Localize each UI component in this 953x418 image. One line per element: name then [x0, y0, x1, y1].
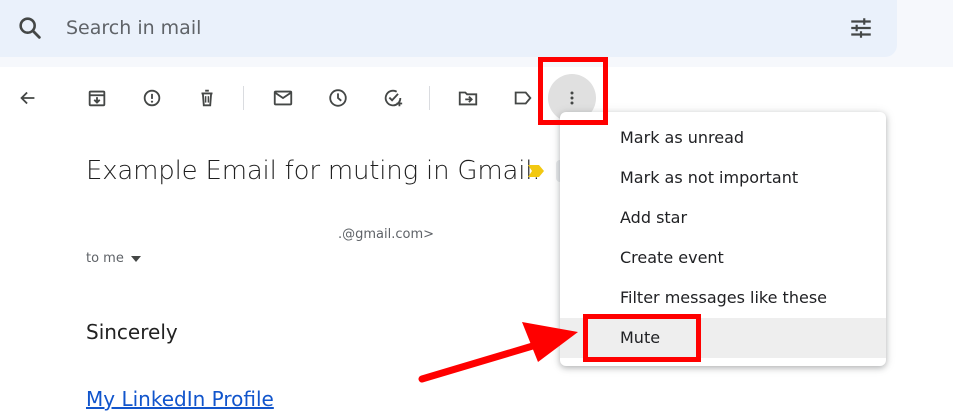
menu-item-add-star[interactable]: Add star: [560, 198, 886, 238]
chevron-down-icon[interactable]: [131, 256, 141, 262]
delete-button[interactable]: [194, 85, 220, 111]
search-input[interactable]: Search in mail: [66, 17, 201, 39]
snooze-button[interactable]: [325, 85, 351, 111]
menu-item-mark-not-important[interactable]: Mark as not important: [560, 158, 886, 198]
toolbar-divider: [243, 86, 244, 110]
arrow-back-icon: [20, 91, 35, 105]
menu-item-create-event[interactable]: Create event: [560, 238, 886, 278]
report-spam-button[interactable]: [139, 85, 165, 111]
add-task-icon: [384, 89, 403, 107]
recipient-label[interactable]: to me: [86, 251, 124, 266]
annotation-highlight-mute: [583, 314, 701, 362]
move-to-folder-icon: [458, 91, 478, 106]
toolbar-divider: [429, 86, 430, 110]
trash-icon: [201, 89, 213, 107]
menu-item-filter-messages[interactable]: Filter messages like these: [560, 278, 886, 318]
mark-unread-button[interactable]: [270, 85, 296, 111]
search-icon[interactable]: [16, 14, 44, 42]
email-subject: Example Email for muting in Gmail.: [86, 156, 541, 186]
add-task-button[interactable]: [380, 85, 406, 111]
move-to-button[interactable]: [455, 85, 481, 111]
report-spam-icon: [143, 89, 161, 107]
label-icon: [514, 91, 532, 105]
search-bar[interactable]: Search in mail: [0, 0, 897, 57]
important-marker-icon[interactable]: [528, 165, 544, 177]
menu-item-mark-as-unread[interactable]: Mark as unread: [560, 118, 886, 158]
mail-icon: [273, 90, 293, 106]
archive-icon: [88, 90, 106, 107]
linkedin-profile-link[interactable]: My LinkedIn Profile: [86, 387, 274, 411]
tune-icon[interactable]: [848, 15, 874, 41]
labels-button[interactable]: [510, 85, 536, 111]
annotation-highlight-more-button: [538, 57, 608, 125]
sender-address: .@gmail.com>: [338, 227, 435, 242]
archive-button[interactable]: [84, 85, 110, 111]
clock-icon: [329, 89, 347, 107]
body-closing: Sincerely: [86, 320, 178, 344]
back-button[interactable]: [15, 85, 41, 111]
